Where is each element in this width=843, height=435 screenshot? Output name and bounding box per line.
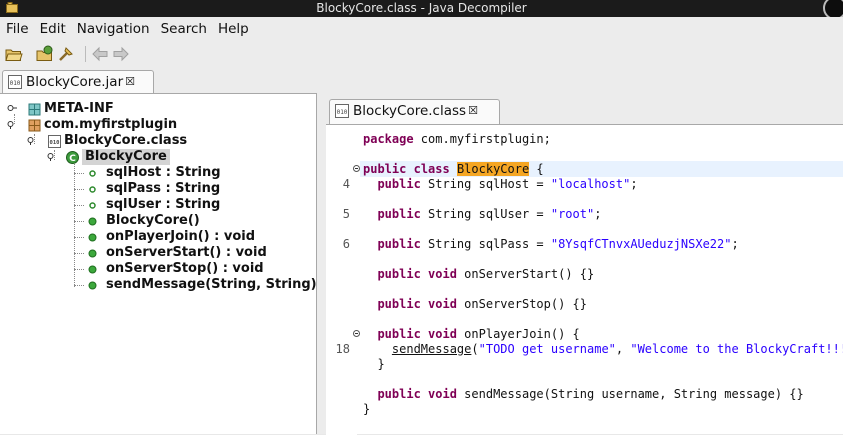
line-number: 18 (335, 342, 350, 356)
highlighted-class-name: BlockyCore (456, 162, 530, 176)
line-number-gutter: 4 5 6 18 (326, 125, 360, 435)
package-icon (28, 119, 41, 132)
method-call-link: sendMessage (391, 342, 472, 356)
menu-navigation[interactable]: Navigation (77, 17, 150, 42)
tree-connector (74, 237, 84, 238)
tab-label: BlockyCore.jar (26, 74, 124, 90)
field-icon (89, 170, 96, 177)
open-file-icon[interactable] (5, 45, 23, 63)
jar-file-icon: 010 (8, 75, 22, 89)
method-icon (88, 249, 97, 258)
line-number: 6 (342, 237, 350, 251)
method-icon (88, 265, 97, 274)
svg-text:010: 010 (10, 80, 21, 87)
code-line: public void onPlayerJoin() { (377, 327, 580, 341)
menu-search[interactable]: Search (161, 17, 207, 42)
package-icon (28, 103, 41, 116)
svg-text:010: 010 (337, 109, 348, 116)
menu-edit[interactable]: Edit (40, 17, 66, 42)
tree-toggle-icon[interactable] (7, 103, 17, 113)
code-line: } (363, 402, 371, 416)
forward-arrow-icon[interactable] (112, 45, 130, 63)
code-line: } (377, 357, 385, 371)
menu-help[interactable]: Help (218, 17, 249, 42)
window-title: BlockyCore.class - Java Decompiler (316, 1, 527, 15)
method-icon (88, 233, 97, 242)
title-bar: BlockyCore.class - Java Decompiler (0, 0, 843, 20)
tab-label: BlockyCore.class (353, 103, 467, 119)
tree-toggle-icon[interactable] (47, 151, 57, 161)
method-icon (88, 217, 97, 226)
field-icon (89, 202, 96, 209)
field-icon (89, 186, 96, 193)
line-number: 5 (342, 207, 350, 221)
tree-connector (74, 173, 84, 174)
tree-connector (74, 269, 84, 270)
close-tab-icon[interactable]: ☒ (125, 71, 135, 93)
code-line: public String sqlHost = "localhost"; (377, 177, 638, 191)
menu-file[interactable]: File (6, 17, 29, 42)
class-file-icon: 010 (335, 104, 349, 118)
code-line: public void onServerStop() {} (377, 297, 587, 311)
code-line: sendMessage("TODO get username", "Welcom… (391, 342, 843, 356)
class-tree: META-INF com.myfirstplugin 010 BlockyCor… (0, 93, 317, 434)
tree-toggle-icon[interactable] (7, 119, 17, 129)
code-line: public class BlockyCore { (360, 161, 843, 177)
back-arrow-icon[interactable] (91, 45, 109, 63)
line-number: 4 (342, 177, 350, 191)
fold-icon[interactable] (353, 165, 360, 172)
class-file-icon: 010 (48, 135, 61, 148)
toolbar-separator (85, 46, 86, 62)
file-tab-bar: 010 BlockyCore.jar ☒ (0, 66, 843, 93)
open-type-icon[interactable] (36, 45, 54, 63)
split-pane-divider[interactable] (317, 93, 326, 434)
tree-toggle-icon[interactable] (27, 135, 37, 145)
code-line: public String sqlUser = "root"; (377, 207, 602, 221)
code-line: public void sendMessage(String username,… (377, 387, 804, 401)
method-icon (88, 281, 97, 290)
tab-blockycore-class[interactable]: 010 BlockyCore.class ☒ (329, 99, 500, 124)
svg-text:C: C (69, 154, 76, 164)
class-icon: C (66, 151, 79, 164)
fold-icon[interactable] (353, 330, 360, 337)
tree-connector (74, 285, 84, 286)
code-line: public void onServerStart() {} (377, 267, 595, 281)
tree-connector (74, 253, 84, 254)
close-tab-icon[interactable]: ☒ (468, 100, 478, 122)
svg-text:010: 010 (50, 140, 60, 146)
code-line: public String sqlPass = "8YsqfCTnvxAUedu… (377, 237, 739, 251)
tab-blockycore-jar[interactable]: 010 BlockyCore.jar ☒ (2, 70, 154, 93)
code-editor[interactable]: 4 5 6 18 package com.myfirstplugin; publ… (326, 124, 843, 435)
tree-connector (74, 221, 84, 222)
code-line: package com.myfirstplugin; (363, 132, 551, 146)
search-icon[interactable] (57, 45, 75, 63)
tree-connector (74, 205, 84, 206)
menu-bar: File Edit Navigation Search Help (0, 17, 843, 42)
tree-connector (74, 189, 84, 190)
toolbar (0, 42, 843, 67)
